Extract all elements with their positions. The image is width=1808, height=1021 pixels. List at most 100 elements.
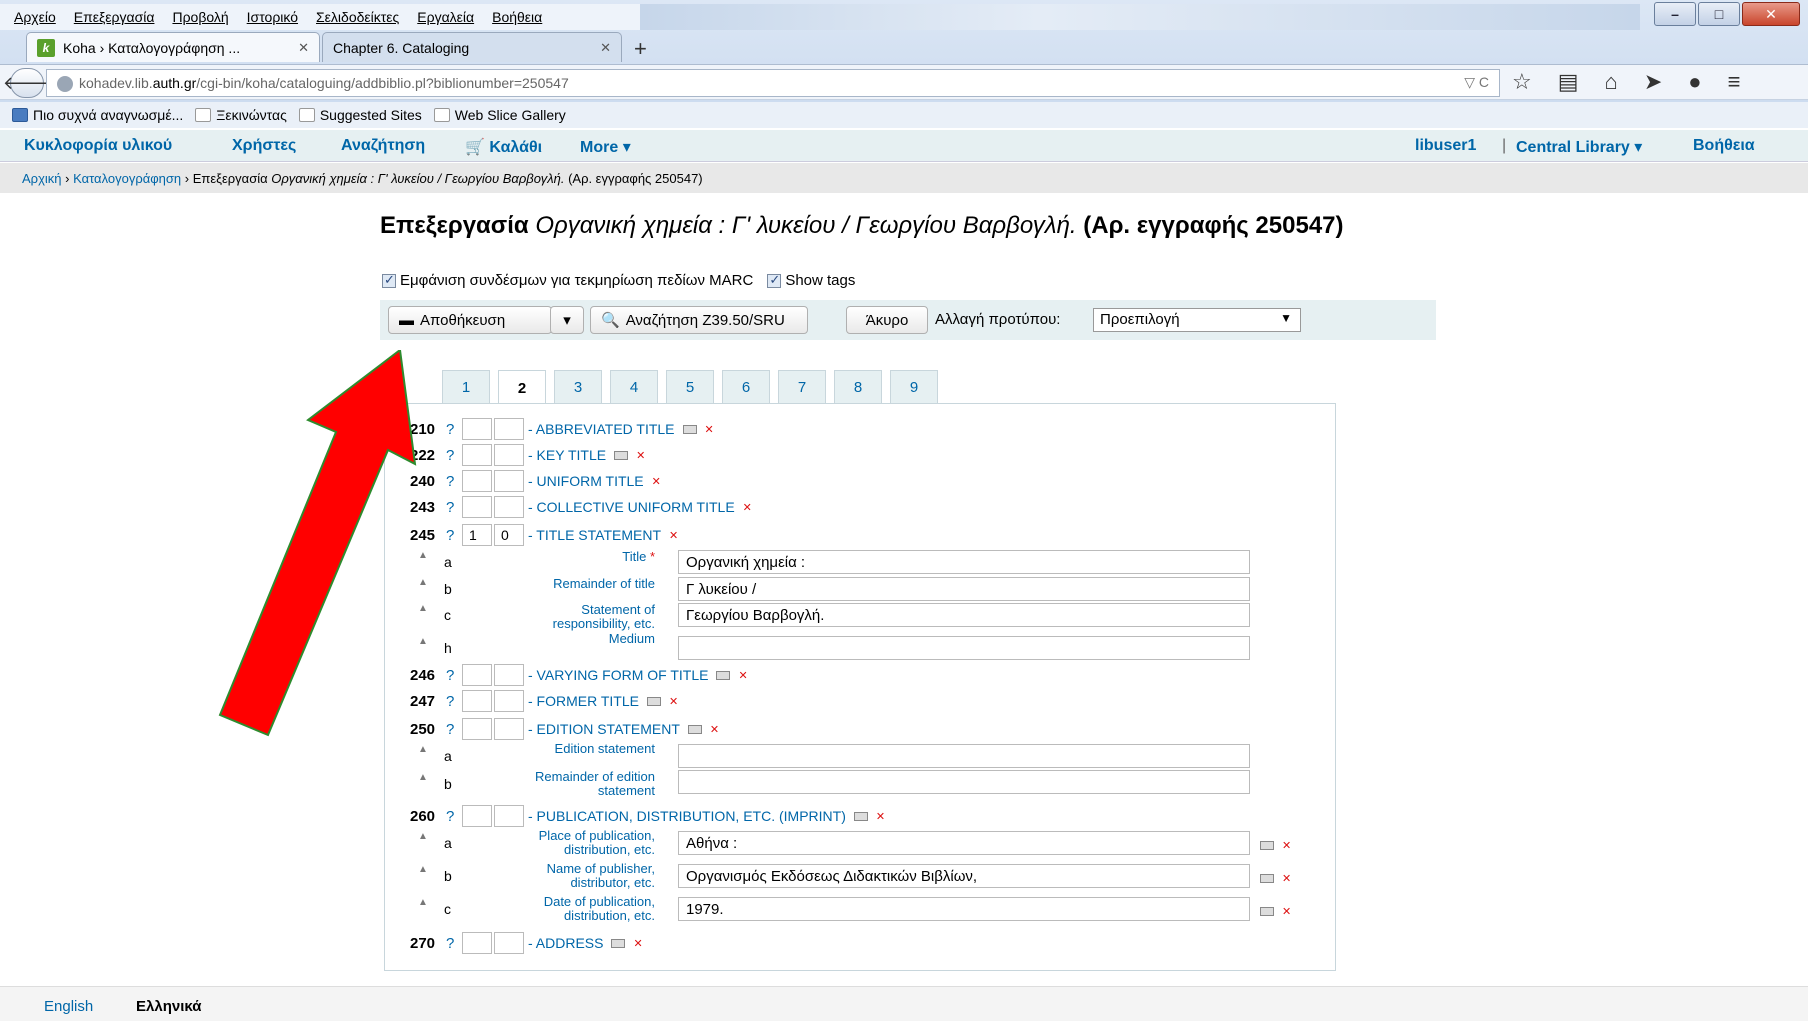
- clone-tag-icon[interactable]: [682, 424, 697, 434]
- address-bar[interactable]: kohadev.lib. auth.gr/cgi-bin/koha/catalog…: [46, 69, 1500, 97]
- nav-help[interactable]: Βοήθεια: [1693, 137, 1755, 155]
- tab-field-9[interactable]: 9: [890, 370, 938, 404]
- indicator-2-input[interactable]: [494, 418, 524, 440]
- bookmark-getting-started[interactable]: Ξεκινώντας: [195, 107, 287, 123]
- z3950-search-button[interactable]: 🔍 Αναζήτηση Z39.50/SRU: [590, 306, 808, 334]
- tab-field-8[interactable]: 8: [834, 370, 882, 404]
- save-options-dropdown[interactable]: ▾: [550, 306, 584, 334]
- indicator-1-input[interactable]: 1: [462, 524, 492, 546]
- clone-tag-icon[interactable]: [646, 696, 661, 706]
- checkbox-checked-icon[interactable]: [767, 272, 782, 289]
- site-identity-icon[interactable]: [57, 76, 73, 92]
- reload-icon[interactable]: ▽ C: [1464, 74, 1489, 91]
- delete-tag-icon[interactable]: ✕: [705, 423, 714, 436]
- indicator-1-input[interactable]: [462, 664, 492, 686]
- tab-field-7[interactable]: 7: [778, 370, 826, 404]
- delete-tag-icon[interactable]: ✕: [876, 810, 885, 823]
- nav-more[interactable]: More ▾: [580, 137, 631, 157]
- menu-help[interactable]: Βοήθεια: [492, 9, 542, 25]
- move-up-icon[interactable]: ▲: [418, 864, 428, 875]
- browser-tab-chapter[interactable]: Chapter 6. Cataloging ✕: [322, 32, 622, 62]
- delete-subfield-icon[interactable]: ✕: [1282, 872, 1291, 885]
- clone-subfield-icon[interactable]: [1260, 841, 1274, 851]
- indicator-2-input[interactable]: [494, 718, 524, 740]
- breadcrumb-cataloging[interactable]: Καταλογογράφηση: [73, 171, 181, 186]
- star-bookmark-icon[interactable]: ☆: [1512, 69, 1532, 95]
- cancel-button[interactable]: Άκυρο: [846, 306, 928, 334]
- indicator-1-input[interactable]: [462, 496, 492, 518]
- indicator-2-input[interactable]: [494, 690, 524, 712]
- indicator-1-input[interactable]: [462, 690, 492, 712]
- clone-tag-icon[interactable]: [614, 450, 629, 460]
- menu-file[interactable]: Αρχείο: [14, 9, 56, 25]
- back-button[interactable]: 🡐: [3, 68, 51, 98]
- tag-label[interactable]: - ADDRESS: [528, 935, 603, 951]
- nav-patrons[interactable]: Χρήστες: [232, 137, 296, 155]
- place-of-publication-input[interactable]: Αθήνα :: [678, 831, 1250, 855]
- tag-help-link[interactable]: ?: [446, 808, 462, 825]
- chat-icon[interactable]: ●: [1688, 69, 1701, 95]
- tag-label[interactable]: - UNIFORM TITLE: [528, 473, 644, 489]
- statement-of-responsibility-input[interactable]: Γεωργίου Βαρβογλή.: [678, 603, 1250, 627]
- tag-label[interactable]: - FORMER TITLE: [528, 693, 639, 709]
- show-marc-links-checkbox[interactable]: Εμφάνιση συνδέσμων για τεκμηρίωση πεδίων…: [382, 272, 753, 289]
- delete-tag-icon[interactable]: ✕: [669, 695, 678, 708]
- menu-bookmarks[interactable]: Σελιδοδείκτες: [316, 9, 399, 25]
- clone-tag-icon[interactable]: [716, 670, 731, 680]
- minimize-button[interactable]: –: [1654, 2, 1696, 26]
- send-icon[interactable]: ➤: [1644, 69, 1662, 95]
- tab-field-2[interactable]: 2: [498, 370, 546, 405]
- tag-help-link[interactable]: ?: [446, 935, 462, 952]
- indicator-1-input[interactable]: [462, 805, 492, 827]
- indicator-2-input[interactable]: [494, 932, 524, 954]
- tag-label[interactable]: - VARYING FORM OF TITLE: [528, 667, 708, 683]
- save-button[interactable]: ▬ Αποθήκευση: [388, 306, 552, 334]
- template-select[interactable]: Προεπιλογή ▼: [1093, 308, 1301, 332]
- indicator-2-input[interactable]: [494, 496, 524, 518]
- clone-tag-icon[interactable]: [687, 724, 702, 734]
- date-of-publication-input[interactable]: 1979.: [678, 897, 1250, 921]
- nav-library[interactable]: Central Library ▾: [1516, 137, 1642, 157]
- indicator-2-input[interactable]: [494, 444, 524, 466]
- close-tab-icon[interactable]: ✕: [298, 40, 309, 56]
- show-tags-checkbox[interactable]: Show tags: [767, 272, 855, 289]
- move-up-icon[interactable]: ▲: [418, 772, 428, 783]
- tab-field-6[interactable]: 6: [722, 370, 770, 404]
- clone-subfield-icon[interactable]: [1260, 874, 1274, 884]
- new-tab-icon[interactable]: +: [634, 36, 647, 62]
- indicator-2-input[interactable]: 0: [494, 524, 524, 546]
- indicator-1-input[interactable]: [462, 418, 492, 440]
- nav-cart[interactable]: 🛒 Καλάθι: [465, 137, 542, 157]
- medium-input[interactable]: [678, 636, 1250, 660]
- menu-history[interactable]: Ιστορικό: [247, 9, 298, 25]
- remainder-of-title-input[interactable]: Γ λυκείου /: [678, 577, 1250, 601]
- browser-tab-koha[interactable]: k Koha › Καταλογογράφηση ... ✕: [26, 32, 320, 62]
- indicator-1-input[interactable]: [462, 444, 492, 466]
- remainder-of-edition-input[interactable]: [678, 770, 1250, 794]
- indicator-1-input[interactable]: [462, 718, 492, 740]
- delete-subfield-icon[interactable]: ✕: [1282, 905, 1291, 918]
- tag-label[interactable]: - ABBREVIATED TITLE: [528, 421, 675, 437]
- menu-edit[interactable]: Επεξεργασία: [74, 9, 155, 25]
- tag-label[interactable]: - EDITION STATEMENT: [528, 721, 680, 737]
- tag-label[interactable]: - PUBLICATION, DISTRIBUTION, ETC. (IMPRI…: [528, 808, 846, 824]
- breadcrumb-home[interactable]: Αρχική: [22, 171, 62, 186]
- tag-label[interactable]: - TITLE STATEMENT: [528, 527, 661, 543]
- delete-tag-icon[interactable]: ✕: [743, 501, 752, 514]
- indicator-1-input[interactable]: [462, 932, 492, 954]
- nav-user[interactable]: libuser1: [1415, 137, 1476, 155]
- move-up-icon[interactable]: ▲: [418, 897, 428, 908]
- indicator-2-input[interactable]: [494, 664, 524, 686]
- clone-tag-icon[interactable]: [853, 811, 868, 821]
- publisher-name-input[interactable]: Οργανισμός Εκδόσεως Διδακτικών Βιβλίων,: [678, 864, 1250, 888]
- delete-tag-icon[interactable]: ✕: [710, 723, 719, 736]
- home-icon[interactable]: ⌂: [1605, 69, 1618, 95]
- title-input[interactable]: Οργανική χημεία :: [678, 550, 1250, 574]
- bookmark-most-visited[interactable]: Πιο συχνά αναγνωσμέ...: [12, 107, 183, 123]
- clone-tag-icon[interactable]: [611, 938, 626, 948]
- tag-label[interactable]: - KEY TITLE: [528, 447, 606, 463]
- tab-field-5[interactable]: 5: [666, 370, 714, 404]
- indicator-2-input[interactable]: [494, 470, 524, 492]
- reading-list-icon[interactable]: ▤: [1558, 69, 1579, 95]
- indicator-2-input[interactable]: [494, 805, 524, 827]
